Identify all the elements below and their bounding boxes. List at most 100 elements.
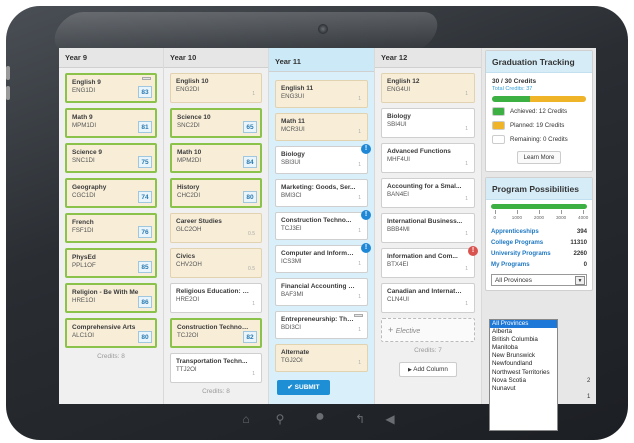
program-count: 11310 (570, 239, 587, 246)
province-option[interactable]: Newfoundland (490, 360, 557, 368)
course-name: Alternate (281, 349, 310, 356)
course-card[interactable]: Biology SBI4UI 1 (381, 108, 475, 138)
course-card[interactable]: Construction Technol...TCJ2OI182 (170, 318, 262, 348)
course-credit: 0.5 (248, 231, 255, 237)
course-card[interactable]: English 9ENG1DI183 (65, 73, 157, 103)
course-card[interactable]: Career Studies GLC2OH 0.5 (170, 213, 262, 243)
course-card[interactable]: Biology SBI3UI 1! (275, 144, 371, 174)
home-icon[interactable]: ⌂ (238, 412, 254, 426)
province-select[interactable]: All Provinces ▼ (491, 274, 587, 286)
chevron-down-icon[interactable]: ▼ (575, 276, 585, 285)
axis-tick (561, 210, 563, 214)
province-dropdown-list[interactable]: All Provinces Alberta British Columbia Mani… (489, 319, 558, 431)
elective-label: Elective (395, 328, 421, 335)
province-option[interactable]: New Brunswick (490, 352, 557, 360)
course-card[interactable]: GeographyCGC1DI174 (65, 178, 157, 208)
province-option[interactable]: Nova Scotia (490, 377, 557, 385)
alert-icon[interactable]: ! (361, 144, 371, 154)
learn-more-button[interactable]: Learn More (517, 151, 561, 164)
course-credit: 1 (358, 129, 361, 135)
course-name: International Business... (387, 218, 463, 225)
course-card[interactable]: FrenchFSF1DI176 (65, 213, 157, 243)
province-option[interactable]: Nunavut (490, 385, 557, 393)
course-grade: 80 (138, 331, 152, 343)
course-card[interactable]: Information and Com... BTX4EI 1! (381, 246, 478, 278)
program-label: University Programs (491, 250, 551, 257)
course-card[interactable]: HistoryCHC2DI180 (170, 178, 262, 208)
course-card[interactable]: International Business... BBB4MI 1 (381, 213, 475, 243)
course-card[interactable]: Science 10SNC2DI165 (170, 108, 262, 138)
course-credit: 1 (465, 161, 468, 167)
course-card[interactable]: Math 10MPM2DI184 (170, 143, 262, 173)
add-elective-slot[interactable]: + Elective (381, 318, 475, 342)
course-card[interactable]: Accounting for a Smal... BAN4EI 1 (381, 178, 475, 208)
province-option[interactable]: Alberta (490, 328, 557, 336)
minimize-icon[interactable] (354, 314, 363, 317)
program-row[interactable]: My Programs 0 (491, 261, 587, 268)
program-row[interactable]: College Programs 11310 (491, 239, 587, 246)
course-credit: 1 (465, 91, 468, 97)
course-name: Biology (387, 113, 411, 120)
axis-tick-label: 0 (493, 215, 497, 220)
course-code: BDI3CI (281, 324, 301, 331)
graduation-total: Total Credits: 37 (492, 86, 533, 92)
course-card[interactable]: Religion - Be With MeHRE1OI186 (65, 283, 157, 313)
course-card[interactable]: English 10 ENG2DI 1 (170, 73, 262, 103)
course-card[interactable]: Financial Accounting F... BAF3MI 1 (275, 278, 368, 306)
submit-button[interactable]: ✔ SUBMIT (277, 380, 330, 395)
province-option[interactable]: Manitoba (490, 344, 557, 352)
province-option[interactable]: All Provinces (490, 320, 557, 329)
course-card[interactable]: Math 9MPM1DI181 (65, 108, 157, 138)
minimize-icon[interactable] (142, 77, 151, 80)
program-label: College Programs (491, 239, 544, 246)
program-row[interactable]: Apprenticeships 394 (491, 228, 587, 235)
course-credit: 1 (465, 126, 468, 132)
course-grade: 84 (243, 156, 257, 168)
course-name: Science 10 (177, 114, 211, 121)
remaining-label: Remaining: 0 Credits (510, 136, 568, 143)
course-card[interactable]: Comprehensive ArtsALC1OI180 (65, 318, 157, 348)
course-card[interactable]: Alternate TGJ2OI 1 (275, 344, 368, 372)
axis-tick (494, 210, 496, 214)
course-name: Construction Technol... (177, 324, 249, 331)
course-card[interactable]: Entrepreneurship: The... BDI3CI 1 (275, 311, 368, 339)
course-card[interactable]: Civics CHV2OH 0.5 (170, 248, 262, 278)
course-name: English 10 (176, 78, 209, 85)
course-card[interactable]: Science 9SNC1DI175 (65, 143, 157, 173)
course-card[interactable]: Religious Education: C... HRE2OI 1 (170, 283, 262, 313)
course-card[interactable]: English 11 ENG3UI 1 (275, 80, 368, 108)
course-grade: 76 (138, 226, 152, 238)
alert-icon[interactable]: ! (361, 243, 371, 253)
province-option[interactable]: Northwest Territories (490, 369, 557, 377)
column-title: Year 11 (269, 48, 374, 72)
course-code: BTX4EI (387, 261, 409, 268)
course-card[interactable]: Transportation Techn... TTJ2OI 1 (170, 353, 262, 383)
course-name: Science 9 (72, 149, 102, 156)
add-column-button[interactable]: ▶ Add Column (399, 362, 457, 377)
achieved-swatch (492, 107, 505, 116)
course-card[interactable]: Construction Techno... TCJ3EI 1! (275, 210, 371, 240)
course-code: CHV2OH (176, 261, 202, 268)
alert-icon[interactable]: ! (468, 246, 478, 256)
program-row[interactable]: University Programs 2260 (491, 250, 587, 257)
alert-icon[interactable]: ! (361, 210, 371, 220)
course-name: Information and Com... (387, 253, 458, 260)
course-code: BBB4MI (387, 226, 410, 233)
speaker-icon[interactable]: ◀ (382, 412, 398, 426)
course-card[interactable]: Math 11 MCR3UI 1 (275, 113, 368, 141)
center-button-icon[interactable]: ● (312, 408, 328, 426)
course-card[interactable]: PhysEdPPL1OF185 (65, 248, 157, 278)
back-icon[interactable]: ↰ (352, 412, 368, 426)
course-card[interactable]: Canadian and Internati... CLN4UI 1 (381, 283, 475, 313)
course-name: Math 9 (72, 114, 93, 121)
course-card[interactable]: Marketing: Goods, Ser... BMI3CI 1 (275, 179, 368, 207)
course-card[interactable]: English 12 ENG4UI 1 (381, 73, 475, 103)
course-credit: 1 (465, 231, 468, 237)
axis-tick (539, 210, 540, 214)
course-card[interactable]: Advanced Functions MHF4UI 1 (381, 143, 475, 173)
course-grade: 74 (138, 191, 152, 203)
search-icon[interactable]: ⚲ (272, 412, 288, 426)
province-option[interactable]: British Columbia (490, 336, 557, 344)
course-card[interactable]: Computer and Informa... ICS3MI 1! (275, 243, 371, 273)
course-code: MCR3UI (281, 126, 305, 133)
